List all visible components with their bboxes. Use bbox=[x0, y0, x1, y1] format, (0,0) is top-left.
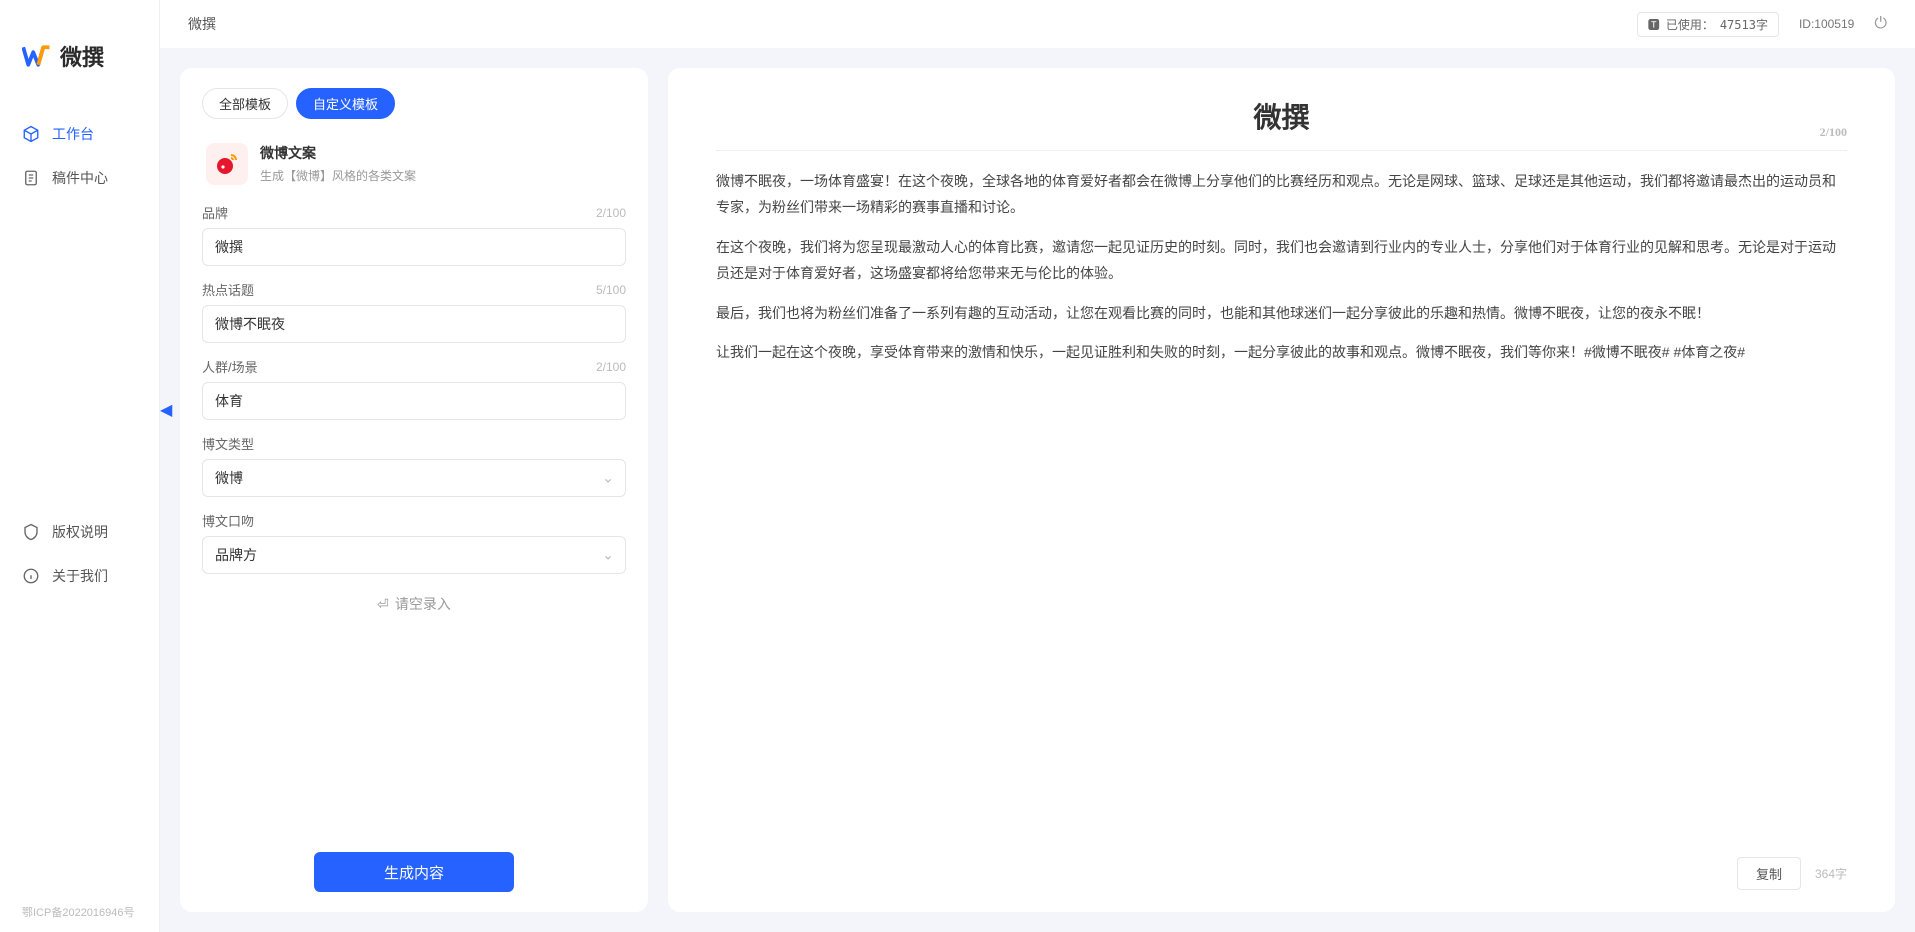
result-paragraph: 在这个夜晚，我们将为您呈现最激动人心的体育比赛，邀请您一起见证历史的时刻。同时，… bbox=[716, 235, 1847, 287]
input-topic[interactable] bbox=[202, 305, 626, 343]
breadcrumb: 微撰 bbox=[188, 14, 216, 34]
template-card: 微博文案 生成【微博】风格的各类文案 bbox=[202, 137, 626, 203]
nav-about[interactable]: 关于我们 bbox=[0, 554, 159, 598]
counter-topic: 5/100 bbox=[596, 283, 626, 297]
usage-value: 47513字 bbox=[1720, 16, 1768, 33]
logo: 微撰 bbox=[0, 30, 159, 102]
result-title-row: 微撰 2/100 bbox=[716, 90, 1847, 150]
text-icon: 🆃 bbox=[1648, 16, 1660, 33]
select-tone[interactable] bbox=[202, 536, 626, 574]
nav-label: 工作台 bbox=[52, 124, 94, 144]
nav-label: 关于我们 bbox=[52, 566, 108, 586]
counter-brand: 2/100 bbox=[596, 206, 626, 220]
divider bbox=[716, 150, 1847, 151]
return-icon: ⏎ bbox=[377, 596, 389, 613]
usage-label: 已使用： bbox=[1666, 16, 1714, 33]
nav-label: 版权说明 bbox=[52, 522, 108, 542]
input-scene[interactable] bbox=[202, 382, 626, 420]
label-tone: 博文口吻 bbox=[202, 511, 254, 530]
hint-row: ⏎ 请空录入 bbox=[202, 588, 626, 614]
form-panel: 全部模板 自定义模板 微博文案 生成【微博】风格的各类文案 品牌 2/1 bbox=[180, 68, 648, 912]
shield-icon bbox=[22, 523, 40, 541]
logo-icon bbox=[22, 41, 52, 71]
collapse-handle[interactable]: ◀ bbox=[160, 400, 172, 420]
select-type[interactable] bbox=[202, 459, 626, 497]
nav-workbench[interactable]: 工作台 bbox=[0, 112, 159, 156]
logo-text: 微撰 bbox=[60, 40, 104, 72]
template-desc: 生成【微博】风格的各类文案 bbox=[260, 167, 416, 184]
usage-pill[interactable]: 🆃 已使用： 47513字 bbox=[1637, 12, 1779, 37]
tab-custom-templates[interactable]: 自定义模板 bbox=[296, 88, 395, 119]
label-scene: 人群/场景 bbox=[202, 357, 258, 376]
copy-button[interactable]: 复制 bbox=[1737, 857, 1801, 890]
template-title: 微博文案 bbox=[260, 143, 416, 163]
nav-drafts[interactable]: 稿件中心 bbox=[0, 156, 159, 200]
hint-text: 请空录入 bbox=[395, 594, 451, 614]
result-title: 微撰 bbox=[1253, 103, 1309, 134]
generate-button[interactable]: 生成内容 bbox=[314, 852, 514, 892]
power-icon[interactable]: ⏻ bbox=[1874, 15, 1887, 33]
result-paragraph: 最后，我们也将为粉丝们准备了一系列有趣的互动活动，让您在观看比赛的同时，也能和其… bbox=[716, 301, 1847, 327]
input-brand[interactable] bbox=[202, 228, 626, 266]
nav-main: 工作台 稿件中心 bbox=[0, 102, 159, 500]
template-tabs: 全部模板 自定义模板 bbox=[202, 88, 626, 119]
counter-scene: 2/100 bbox=[596, 360, 626, 374]
topbar: 微撰 🆃 已使用： 47513字 ID:100519 ⏻ bbox=[160, 0, 1915, 48]
sidebar: 微撰 工作台 稿件中心 版权说明 bbox=[0, 0, 160, 932]
user-id: ID:100519 bbox=[1799, 17, 1854, 31]
document-icon bbox=[22, 169, 40, 187]
label-topic: 热点话题 bbox=[202, 280, 254, 299]
nav-copyright[interactable]: 版权说明 bbox=[0, 510, 159, 554]
icp-license: 鄂ICP备2022016946号 bbox=[0, 898, 159, 932]
result-paragraph: 微博不眠夜，一场体育盛宴！在这个夜晚，全球各地的体育爱好者都会在微博上分享他们的… bbox=[716, 169, 1847, 221]
result-body: 微博不眠夜，一场体育盛宴！在这个夜晚，全球各地的体育爱好者都会在微博上分享他们的… bbox=[716, 169, 1847, 845]
nav-bottom: 版权说明 关于我们 bbox=[0, 500, 159, 898]
nav-label: 稿件中心 bbox=[52, 168, 108, 188]
result-panel: 微撰 2/100 微博不眠夜，一场体育盛宴！在这个夜晚，全球各地的体育爱好者都会… bbox=[668, 68, 1895, 912]
result-paragraph: 让我们一起在这个夜晚，享受体育带来的激情和快乐，一起见证胜利和失败的时刻，一起分… bbox=[716, 340, 1847, 366]
word-count: 364字 bbox=[1815, 865, 1847, 882]
tab-all-templates[interactable]: 全部模板 bbox=[202, 88, 288, 119]
label-brand: 品牌 bbox=[202, 203, 228, 222]
result-counter: 2/100 bbox=[1820, 125, 1847, 140]
info-icon bbox=[22, 567, 40, 585]
cube-icon bbox=[22, 125, 40, 143]
weibo-icon bbox=[206, 143, 248, 185]
label-type: 博文类型 bbox=[202, 434, 254, 453]
